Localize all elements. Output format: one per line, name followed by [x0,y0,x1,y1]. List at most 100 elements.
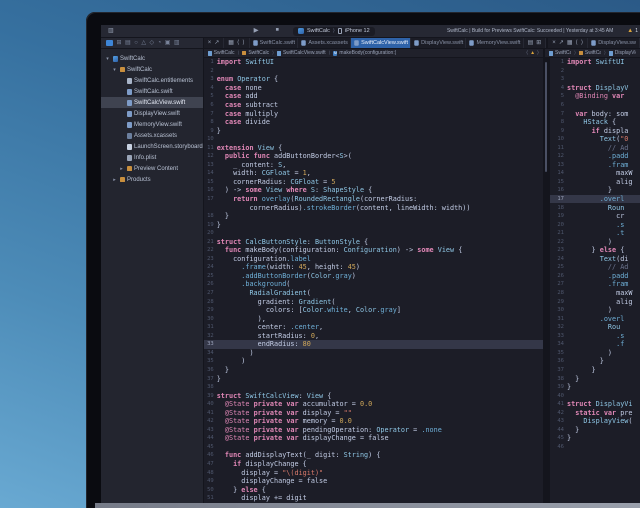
code-line[interactable]: 8 HStack { [550,118,640,127]
adjust-editor-icon[interactable]: ▤ [528,40,534,46]
editor-displayview[interactable]: 1import SwiftUI234struct DisplayV5 @Bind… [549,58,640,503]
tab-displayview-swift[interactable]: DisplayView.swift [411,38,466,48]
tab-swiftcalc-swift[interactable]: SwiftCalc.swift [250,38,299,48]
code-line[interactable]: 21struct CalcButtonStyle: ButtonStyle { [204,237,543,246]
code-line[interactable]: 50 } else { [204,485,543,494]
code-line[interactable]: 47 if displayChange { [204,460,543,469]
code-line[interactable]: 11extension View { [204,143,543,152]
code-line[interactable]: 7 var body: som [550,109,640,118]
code-line[interactable]: 34 ) [204,349,543,358]
tab-memoryview-swift[interactable]: MemoryView.swift [466,38,523,48]
code-line[interactable]: 51 display += digit [204,494,543,503]
code-line[interactable]: 35 ) [204,357,543,366]
code-line[interactable]: 28 maxW [550,289,640,298]
code-line[interactable]: 40 [550,391,640,400]
source-control-icon[interactable]: ⊞ [117,40,122,46]
code-line[interactable]: 21 .t [550,229,640,238]
code-line[interactable]: 38 [204,383,543,392]
sidebar-item-info-plist[interactable]: Info.plist [101,152,203,163]
breadcrumb-makebody-configuration[interactable]: MmakeBody(configuration:) [333,50,396,56]
code-line[interactable]: 26 .padd [550,272,640,281]
code-line[interactable]: 6 [550,101,640,110]
symbol-navigator-icon[interactable]: ▤ [125,40,131,46]
code-line[interactable]: 17 return overlay(RoundedRectangle(corne… [204,195,543,204]
code-line[interactable]: 27 RadialGradient( [204,289,543,298]
find-navigator-icon[interactable]: ○ [134,40,138,46]
sidebar-item-swiftcalc-entitlements[interactable]: SwiftCalc.entitlements [101,75,203,86]
code-line[interactable]: 28 gradient: Gradient( [204,297,543,306]
breadcrumb-displayview[interactable]: DisplayView [609,50,636,56]
code-line[interactable]: 14 width: CGFloat = 1, [204,169,543,178]
code-line[interactable]: 10 [204,135,543,144]
code-line[interactable]: 43 @State private var pendingOperation: … [204,426,543,435]
code-line[interactable]: 45} [550,434,640,443]
issue-navigator-icon[interactable]: △ [141,40,146,46]
breakpoint-navigator-icon[interactable]: ▣ [165,40,171,46]
code-line[interactable]: 18 Roun [550,203,640,212]
scrollbar-thumb[interactable] [545,62,547,172]
code-line[interactable]: 8 case divide [204,118,543,127]
run-button[interactable]: ▶ [254,28,259,35]
code-line[interactable]: 20 [204,229,543,238]
code-line[interactable]: 27 .fram [550,280,640,289]
code-line[interactable]: 30 ), [204,314,543,323]
back-icon[interactable]: ⟨ [576,40,578,46]
code-line[interactable]: 45 [204,443,543,452]
stop-button[interactable]: ■ [276,28,279,34]
code-line[interactable]: 41struct DisplayVi [550,400,640,409]
code-line[interactable]: 20 .s [550,220,640,229]
code-line[interactable]: 44 @State private var displayChange = fa… [204,434,543,443]
disclosure-icon[interactable]: ▾ [105,56,110,62]
code-line[interactable]: 14 maxW [550,169,640,178]
sidebar-item-swiftcalcview-swift[interactable]: SwiftCalcView.swift [101,97,203,108]
code-line[interactable]: 2 [550,67,640,76]
code-line[interactable]: 25 // Ad [550,263,640,272]
code-line[interactable]: 5 @Binding var [550,92,640,101]
code-line[interactable]: 12 .padd [550,152,640,161]
code-line[interactable]: 22 ) [550,237,640,246]
code-line[interactable]: 33 endRadius: 80 [204,340,543,349]
code-line[interactable]: 16 } [550,186,640,195]
code-line[interactable]: 37 } [550,366,640,375]
project-navigator-icon[interactable] [106,40,113,46]
code-line[interactable]: 39} [550,383,640,392]
sidebar-item-swiftcalc[interactable]: ▾SwiftCalc [101,64,203,75]
navigator-toggle-icon[interactable]: ▥ [108,28,114,34]
code-line[interactable]: 33 .s [550,332,640,341]
previous-issue-icon[interactable]: ⟨ [526,50,528,56]
code-line[interactable]: 15 cornerRadius: CGFloat = 5 [204,178,543,187]
code-line[interactable]: 29 colors: [Color.white, Color.gray] [204,306,543,315]
code-line[interactable]: 41 @State private var display = "" [204,408,543,417]
code-line[interactable]: 49 displayChange = false [204,477,543,486]
disclosure-icon[interactable]: ▾ [112,67,117,73]
sidebar-item-swiftcalc[interactable]: ▾SwiftCalc [101,53,203,64]
code-line[interactable]: 3 [550,75,640,84]
code-line[interactable]: 4 case none [204,84,543,93]
code-line[interactable]: 34 .f [550,340,640,349]
code-line[interactable]: 30 ) [550,306,640,315]
disclosure-icon[interactable]: ▸ [119,166,124,172]
focus-editor-icon[interactable]: ↗ [559,40,564,46]
close-editor-icon[interactable]: × [208,40,212,46]
code-line[interactable]: 36 } [550,357,640,366]
sidebar-item-assets-xcassets[interactable]: Assets.xcassets [101,130,203,141]
code-line[interactable]: 46 [550,443,640,452]
debug-navigator-icon[interactable]: ◔ [158,40,162,46]
code-line[interactable]: 26 .background( [204,280,543,289]
tab-swiftcalcview-swift[interactable]: SwiftCalcView.swift [351,38,411,48]
code-line[interactable]: 29 alig [550,297,640,306]
code-line[interactable]: 1import SwiftUI [550,58,640,67]
code-line[interactable]: 18 } [204,212,543,221]
code-line[interactable]: 42 static var pre [550,408,640,417]
disclosure-icon[interactable]: ▸ [112,177,117,183]
breadcrumb-swiftcalc[interactable]: SwiftCalc [208,50,235,56]
code-line[interactable]: 31 center: .center, [204,323,543,332]
scheme-selector[interactable]: SwiftCalc ⟩ iPhone 12 [293,27,375,36]
forward-icon[interactable]: ⟩ [242,40,244,46]
issue-indicator[interactable]: ▲ 1 [627,28,638,34]
report-navigator-icon[interactable]: ▥ [174,40,180,46]
code-line[interactable]: 43 DisplayView( [550,417,640,426]
tab-displayview-right[interactable]: DisplayView.sw [588,38,640,48]
minimap-icon[interactable]: ▦ [228,40,234,46]
code-line[interactable]: 37} [204,374,543,383]
